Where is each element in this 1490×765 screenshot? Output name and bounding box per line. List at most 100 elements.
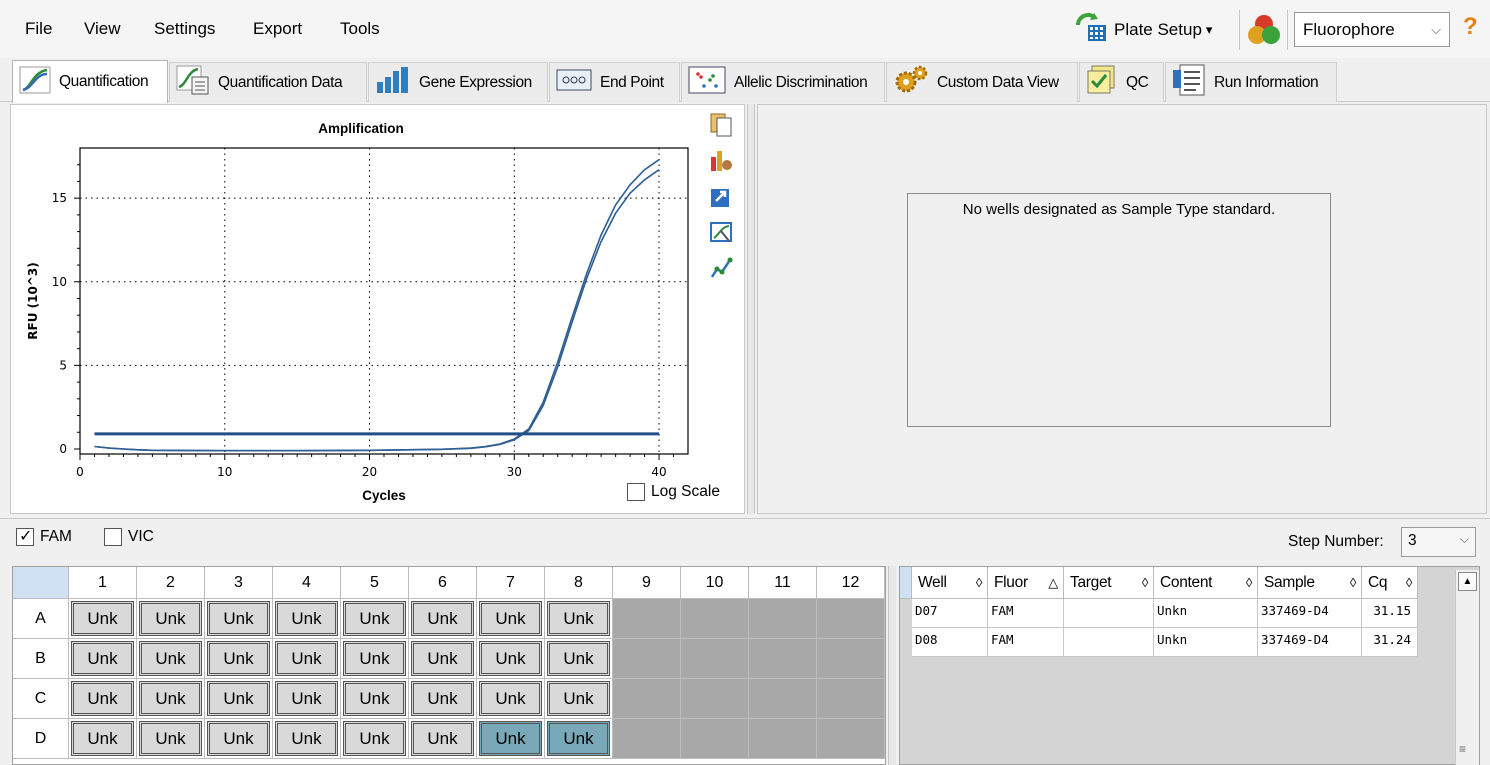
tab-end-point[interactable]: End Point	[549, 62, 680, 102]
plate-well[interactable]: Unk	[477, 679, 545, 719]
plate-well[interactable]: Unk	[341, 679, 409, 719]
plate-column-header[interactable]: 4	[273, 567, 341, 599]
plate-well[interactable]: Unk	[409, 679, 477, 719]
plate-well[interactable]: Unk	[69, 639, 137, 679]
plate-well[interactable]: Unk	[205, 639, 273, 679]
plate-row-header[interactable]: A	[13, 599, 69, 639]
fam-toggle[interactable]: FAM	[16, 526, 72, 546]
plate-select-all[interactable]	[13, 567, 69, 599]
tab-allelic-discrimination[interactable]: Allelic Discrimination	[681, 62, 885, 102]
plate-well[interactable]: Unk	[205, 599, 273, 639]
tab-run-information[interactable]: Run Information	[1165, 62, 1337, 102]
tab-gene-expression[interactable]: Gene Expression	[368, 62, 548, 102]
plate-row-header[interactable]: C	[13, 679, 69, 719]
plate-well[interactable]: Unk	[137, 599, 205, 639]
plate-well[interactable]: Unk	[409, 639, 477, 679]
amplification-curve[interactable]	[94, 159, 660, 452]
plate-well[interactable]	[681, 719, 749, 759]
plate-column-header[interactable]: 11	[749, 567, 817, 599]
plate-well[interactable]: Unk	[545, 679, 613, 719]
plate-well[interactable]	[613, 599, 681, 639]
plate-well[interactable]	[817, 639, 885, 679]
export-icon[interactable]	[709, 183, 735, 209]
plate-well[interactable]: Unk	[341, 599, 409, 639]
plate-well[interactable]	[817, 599, 885, 639]
results-scrollbar[interactable]: ▲ ≡	[1455, 570, 1479, 765]
plate-column-header[interactable]: 7	[477, 567, 545, 599]
plate-column-header[interactable]: 10	[681, 567, 749, 599]
tab-quantification-data[interactable]: Quantification Data	[169, 62, 367, 102]
plate-well[interactable]	[613, 639, 681, 679]
menu-view[interactable]: View	[84, 19, 121, 39]
plate-well[interactable]	[681, 679, 749, 719]
plate-well[interactable]: Unk	[477, 599, 545, 639]
plate-well[interactable]: Unk	[477, 639, 545, 679]
plate-column-header[interactable]: 2	[137, 567, 205, 599]
tab-custom-data-view[interactable]: Custom Data View	[886, 62, 1078, 102]
plate-well[interactable]	[817, 679, 885, 719]
plate-column-header[interactable]: 9	[613, 567, 681, 599]
plate-well[interactable]	[681, 599, 749, 639]
vic-toggle[interactable]: VIC	[104, 528, 154, 546]
vic-checkbox[interactable]	[104, 528, 122, 546]
plate-well[interactable]: Unk	[205, 679, 273, 719]
fluorophore-select[interactable]: Fluorophore ⌵	[1294, 12, 1450, 47]
plate-column-header[interactable]: 5	[341, 567, 409, 599]
plate-well[interactable]: Unk	[137, 719, 205, 759]
log-scale-toggle[interactable]: Log Scale	[627, 483, 720, 501]
plate-well[interactable]: Unk	[409, 719, 477, 759]
plate-row-header[interactable]: B	[13, 639, 69, 679]
plate-well[interactable]: Unk	[273, 599, 341, 639]
plate-well[interactable]: Unk	[69, 679, 137, 719]
zoom-chart-icon[interactable]	[709, 219, 735, 245]
plate-well[interactable]: Unk	[477, 719, 545, 759]
plate-column-header[interactable]: 1	[69, 567, 137, 599]
plate-well[interactable]: Unk	[545, 599, 613, 639]
plate-column-header[interactable]: 6	[409, 567, 477, 599]
column-header-cq[interactable]: Cq ◊	[1362, 567, 1418, 599]
column-header-target[interactable]: Target ◊	[1064, 567, 1154, 599]
plate-well[interactable]	[749, 719, 817, 759]
plate-well[interactable]	[817, 719, 885, 759]
plate-setup-button[interactable]: Plate Setup ▾	[1072, 12, 1212, 48]
plate-well[interactable]: Unk	[205, 719, 273, 759]
plate-well[interactable]	[613, 719, 681, 759]
plate-well[interactable]: Unk	[341, 639, 409, 679]
column-header-fluor[interactable]: Fluor △	[988, 567, 1064, 599]
tab-qc[interactable]: QC	[1079, 62, 1164, 102]
menu-file[interactable]: File	[25, 19, 52, 39]
menu-export[interactable]: Export	[253, 19, 302, 39]
vertical-splitter[interactable]	[747, 104, 755, 514]
tab-quantification[interactable]: Quantification	[12, 60, 168, 103]
plate-well[interactable]: Unk	[545, 719, 613, 759]
curve-settings-icon[interactable]	[709, 255, 735, 281]
help-icon[interactable]: ?	[1463, 13, 1478, 41]
plate-well[interactable]	[749, 639, 817, 679]
plate-well[interactable]: Unk	[273, 679, 341, 719]
copy-icon[interactable]	[709, 111, 735, 137]
plate-well[interactable]: Unk	[273, 639, 341, 679]
log-scale-checkbox[interactable]	[627, 483, 645, 501]
plate-well[interactable]: Unk	[273, 719, 341, 759]
plate-well[interactable]: Unk	[137, 679, 205, 719]
plate-column-header[interactable]: 8	[545, 567, 613, 599]
menu-settings[interactable]: Settings	[154, 19, 215, 39]
scroll-up-icon[interactable]: ▲	[1458, 572, 1477, 591]
plate-well[interactable]: Unk	[69, 599, 137, 639]
plate-column-header[interactable]: 12	[817, 567, 885, 599]
column-header-sample[interactable]: Sample ◊	[1258, 567, 1362, 599]
column-header-content[interactable]: Content ◊	[1154, 567, 1258, 599]
plate-row-header[interactable]: D	[13, 719, 69, 759]
plate-well[interactable]	[749, 599, 817, 639]
plate-well[interactable]: Unk	[69, 719, 137, 759]
plate-well[interactable]: Unk	[137, 639, 205, 679]
step-number-select[interactable]: 3 ⌵	[1401, 527, 1476, 557]
column-header-well[interactable]: Well ◊	[912, 567, 988, 599]
trace-styles-icon[interactable]	[1246, 12, 1282, 51]
plate-well[interactable]: Unk	[409, 599, 477, 639]
fam-checkbox[interactable]	[16, 526, 34, 546]
plate-well[interactable]: Unk	[545, 639, 613, 679]
plate-well[interactable]: Unk	[341, 719, 409, 759]
chart-properties-icon[interactable]	[709, 147, 735, 173]
plate-well[interactable]	[681, 639, 749, 679]
